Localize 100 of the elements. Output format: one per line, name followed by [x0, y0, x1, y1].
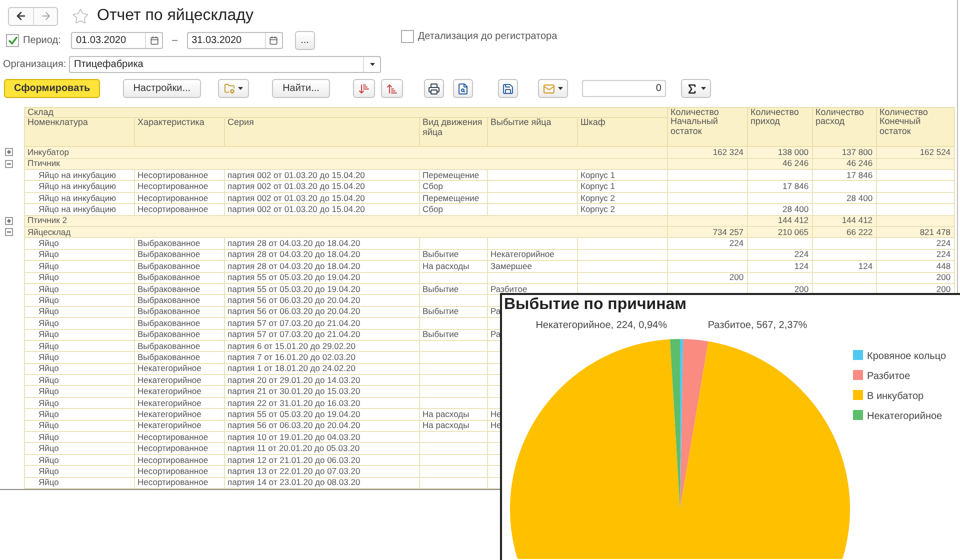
table-cell: Замершее: [487, 260, 577, 272]
table-cell: партия 56 от 06.03.20 до 20.04.20: [224, 420, 419, 432]
table-cell: Яйцо: [24, 374, 134, 386]
table-cell: Некатегорийное: [134, 397, 224, 409]
table-cell: Несортированное: [134, 466, 224, 478]
table-cell: 138 000: [747, 146, 812, 158]
column-header: Серия: [224, 118, 419, 147]
table-cell: 46 246: [747, 158, 812, 170]
sort-down-icon: [358, 82, 370, 95]
column-header: Количество Конечный остаток: [876, 107, 954, 147]
table-cell: партия 28 от 04.03.20 до 18.04.20: [224, 238, 419, 250]
table-cell: партия 14 от 23.01.20 до 08.03.20: [224, 477, 419, 488]
table-cell: Некатегорийное: [134, 386, 224, 398]
table-cell: Выбракованное: [134, 283, 224, 295]
table-cell: 17 846: [812, 170, 876, 181]
group-label[interactable]: Яйцесклад: [24, 226, 668, 238]
table-cell: Выбытие: [419, 283, 487, 295]
period-checkbox[interactable]: [6, 34, 19, 48]
column-header: Вид движения яйца: [419, 118, 487, 147]
table-cell: Выбытие: [419, 306, 487, 318]
table-cell: Яйцо: [24, 294, 134, 306]
table-cell: Несортированное: [134, 477, 224, 488]
envelope-icon: [543, 82, 556, 95]
group-label[interactable]: Инкубатор: [24, 146, 668, 158]
table-cell: 17 846: [747, 180, 812, 192]
table-cell: партия 002 от 01.03.20 до 15.04.20: [224, 192, 419, 204]
legend-label: В инкубатор: [867, 391, 924, 402]
table-cell: Яйцо: [24, 306, 134, 318]
collapse-icon[interactable]: [5, 160, 13, 168]
table-cell: Выбракованное: [134, 329, 224, 340]
table-cell: партия 55 от 05.03.20 до 19.04.20: [224, 272, 419, 284]
data-label: Разбитое, 567, 2,37%: [708, 320, 808, 331]
window-title: Отчет по яйцескладу: [97, 7, 254, 26]
save-button[interactable]: [498, 79, 518, 98]
table-cell: партия 1 от 18.01.20 до 24.02.20: [224, 363, 419, 375]
table-cell: Выбытие: [419, 329, 487, 340]
table-cell: Перемещение: [419, 170, 487, 181]
generate-button[interactable]: Сформировать: [4, 79, 100, 98]
period-label: Период:: [23, 35, 62, 46]
table-cell: 144 412: [812, 215, 876, 227]
table-cell: Яйцо: [24, 318, 134, 330]
organization-label: Организация:: [3, 58, 65, 70]
table-cell: 162 324: [667, 146, 748, 158]
variants-menu-button[interactable]: [218, 79, 249, 98]
calendar-icon: [269, 36, 278, 46]
settings-button[interactable]: Настройки...: [123, 79, 201, 98]
organization-select[interactable]: Птицефабрика: [69, 56, 381, 73]
table-cell: Некатегорийное: [134, 420, 224, 432]
collapse-levels-button[interactable]: [381, 79, 404, 98]
table-cell: 66 222: [812, 226, 876, 238]
calendar-icon: [150, 36, 158, 46]
print-button[interactable]: [424, 79, 444, 98]
caret-icon: [238, 87, 243, 90]
table-cell: Перемещение: [419, 192, 487, 204]
date-field[interactable]: 01.03.2020: [71, 32, 163, 50]
table-cell: 224: [876, 238, 954, 250]
table-cell: Яйцо на инкубацию: [24, 204, 134, 216]
group-label[interactable]: Птичник: [24, 158, 668, 170]
table-cell: 137 800: [812, 146, 876, 158]
legend-label: Некатегорийное: [867, 411, 942, 422]
sort-up-icon: [386, 82, 398, 95]
star-icon[interactable]: [72, 8, 89, 25]
table-cell: Сбор: [419, 204, 487, 216]
caret-icon: [370, 62, 374, 66]
table-cell: Яйцо: [24, 272, 134, 284]
table-cell: партия 22 от 31.01.20 до 16.03.20: [224, 397, 419, 409]
sum-field[interactable]: 0: [582, 80, 666, 98]
table-cell: Яйцо: [24, 386, 134, 398]
table-cell: Выбракованное: [134, 238, 224, 250]
table-cell: Яйцо: [24, 329, 134, 340]
table-cell: партия 21 от 30.01.20 до 15.03.20: [224, 386, 419, 398]
table-cell: 734 257: [667, 226, 748, 238]
table-cell: Яйцо: [24, 432, 134, 443]
sigma-icon: [686, 82, 698, 95]
sum-menu-button[interactable]: [681, 79, 712, 98]
date-field[interactable]: 31.03.2020: [186, 32, 283, 50]
table-cell: Некатегорийное: [134, 374, 224, 386]
table-cell: Сбор: [419, 180, 487, 192]
expand-levels-button[interactable]: [353, 79, 376, 98]
folder-gear-icon: [224, 83, 235, 94]
arrow-left-icon: [15, 10, 27, 22]
expand-icon[interactable]: [5, 148, 13, 156]
find-button[interactable]: Найти...: [272, 79, 330, 98]
table-cell: Яйцо на инкубацию: [24, 180, 134, 192]
expand-icon[interactable]: [5, 216, 13, 225]
table-cell: Яйцо: [24, 283, 134, 295]
table-cell: 224: [876, 249, 954, 261]
period-choice-button[interactable]: ...: [294, 31, 315, 50]
table-cell: Яйцо: [24, 249, 134, 261]
table-cell: партия 002 от 01.03.20 до 15.04.20: [224, 204, 419, 216]
preview-button[interactable]: [453, 79, 474, 98]
table-cell: Выбракованное: [134, 306, 224, 318]
table-cell: партия 55 от 05.03.20 до 19.04.20: [224, 408, 419, 420]
table-cell: 210 065: [747, 226, 812, 238]
table-cell: 124: [747, 260, 812, 272]
group-label[interactable]: Птичник 2: [24, 215, 668, 227]
detail-checkbox[interactable]: [400, 30, 414, 44]
collapse-icon[interactable]: [5, 228, 13, 236]
column-header: Количество Начальный остаток: [667, 107, 748, 147]
table-cell: Яйцо на инкубацию: [24, 192, 134, 204]
